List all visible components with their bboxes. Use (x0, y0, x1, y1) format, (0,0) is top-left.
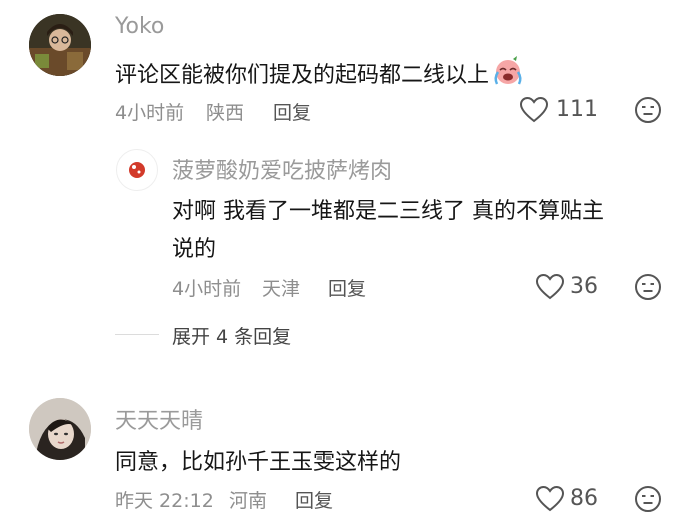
expand-replies-button[interactable]: 展开 4 条回复 (172, 322, 291, 349)
expand-divider (115, 334, 159, 335)
neutral-face-icon[interactable] (634, 96, 662, 124)
sub-like-count: 36 (570, 274, 598, 299)
neutral-face-icon[interactable] (634, 273, 662, 301)
comment-username[interactable]: 天天天晴 (115, 403, 203, 435)
comment-location: 河南 (229, 490, 268, 512)
avatar-sub-user[interactable] (116, 149, 158, 191)
comment-location: 陕西 (206, 102, 245, 124)
sub-comment-time: 4小时前 (172, 278, 242, 300)
neutral-face-icon[interactable] (634, 485, 662, 513)
crying-laughing-emoji-icon (491, 56, 525, 90)
comment-time: 昨天 22:12 (115, 490, 214, 512)
like-count: 111 (556, 97, 598, 122)
sub-comment-text-line1: 对啊 我看了一堆都是二三线了 真的不算贴主 (172, 199, 604, 224)
avatar-yoko[interactable] (29, 14, 91, 76)
sub-comment-username[interactable]: 菠萝酸奶爱吃披萨烤肉 (172, 153, 392, 185)
like-count: 86 (570, 486, 598, 511)
sub-reply-button[interactable]: 回复 (328, 274, 366, 301)
comment-username[interactable]: Yoko (115, 14, 164, 39)
reply-button[interactable]: 回复 (295, 486, 333, 513)
heart-outline-icon[interactable] (535, 485, 565, 513)
sub-comment-location: 天津 (262, 278, 301, 300)
heart-outline-icon[interactable] (519, 96, 549, 124)
heart-outline-icon[interactable] (535, 273, 565, 301)
sub-comment-text-line2: 说的 (172, 237, 217, 262)
avatar-tiantiantianqing[interactable] (29, 398, 91, 460)
comment-text: 评论区能被你们提及的起码都二线以上 (115, 56, 525, 90)
reply-button[interactable]: 回复 (273, 98, 311, 125)
comment-text-content: 评论区能被你们提及的起码都二线以上 (115, 63, 490, 88)
comment-text: 同意，比如孙千王玉雯这样的 (115, 450, 402, 475)
comment-time: 4小时前 (115, 102, 185, 124)
